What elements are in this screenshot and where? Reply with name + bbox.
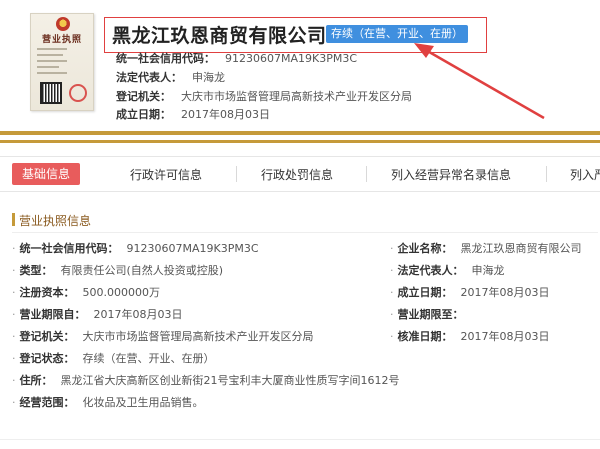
field-label: 住所： [19,374,53,387]
header-credit-code-label: 统一社会信用代码： [116,52,215,65]
field-label: 类型： [19,264,53,277]
field-label: 企业名称： [397,242,453,255]
header-established-date: 成立日期： 2017年08月03日 [116,106,270,122]
field-term-to: · 营业期限至： [390,308,464,321]
footer-divider [0,439,600,440]
field-established-date: · 成立日期： 2017年08月03日 [390,286,550,299]
header-registration-authority: 登记机关： 大庆市市场监督管理局高新技术产业开发区分局 [116,88,412,104]
tab-separator [366,166,367,182]
field-value: 申海龙 [471,264,505,277]
field-business-scope: · 经营范围： 化妆品及卫生用品销售。 [12,396,204,409]
header-legal-rep-value: 申海龙 [192,71,225,84]
annotation-arrow-icon [414,43,545,120]
field-label: 成立日期： [397,286,453,299]
field-value: 500.000000万 [82,286,160,299]
section-marker [12,213,15,226]
header-established-date-value: 2017年08月03日 [181,108,270,121]
header-registration-authority-value: 大庆市市场监督管理局高新技术产业开发区分局 [181,90,412,103]
field-value: 化妆品及卫生用品销售。 [82,396,204,409]
field-approval-date: · 核准日期： 2017年08月03日 [390,330,550,343]
field-label: 注册资本： [19,286,75,299]
field-registered-capital: · 注册资本： 500.000000万 [12,286,160,299]
tab-separator [546,166,547,182]
gold-divider-bottom [0,140,600,143]
field-legal-rep: · 法定代表人： 申海龙 [390,264,505,277]
field-value: 黑龙江玖恩商贸有限公司 [460,242,582,255]
field-label: 营业期限自： [19,308,86,321]
field-term-from: · 营业期限自： 2017年08月03日 [12,308,183,321]
field-value: 存续（在营、开业、在册） [82,352,215,365]
gold-divider-top [0,131,600,135]
tab-administrative-license[interactable]: 行政许可信息 [130,166,202,183]
tab-basic-info[interactable]: 基础信息 [12,163,81,185]
field-value: 黑龙江省大庆高新区创业新街21号宝利丰大厦商业性质写字间1612号 [60,374,400,387]
field-label: 营业期限至： [397,308,464,321]
tab-serious-violation-list[interactable]: 列入严 [570,166,600,183]
section-divider [12,232,598,233]
field-label: 核准日期： [397,330,453,343]
tab-separator [236,166,237,182]
field-label: 统一社会信用代码： [19,242,119,255]
section-title: 营业执照信息 [19,214,92,228]
header-registration-authority-label: 登记机关： [116,90,171,103]
field-label: 登记机关： [19,330,75,343]
header-legal-rep: 法定代表人： 申海龙 [116,69,225,85]
tab-administrative-penalty[interactable]: 行政处罚信息 [261,166,333,183]
field-value: 2017年08月03日 [460,286,550,299]
info-tab-bar: 基础信息 行政许可信息 行政处罚信息 列入经营异常名录信息 列入严 [0,156,600,192]
field-value: 大庆市市场监督管理局高新技术产业开发区分局 [82,330,314,343]
field-value: 2017年08月03日 [93,308,183,321]
field-address: · 住所： 黑龙江省大庆高新区创业新街21号宝利丰大厦商业性质写字间1612号 [12,374,400,387]
field-registration-status: · 登记状态： 存续（在营、开业、在册） [12,352,215,365]
field-registration-authority: · 登记机关： 大庆市市场监督管理局高新技术产业开发区分局 [12,330,314,343]
field-credit-code: · 统一社会信用代码： 91230607MA19K3PM3C [12,242,259,255]
field-value: 2017年08月03日 [460,330,550,343]
field-label: 法定代表人： [397,264,464,277]
field-label: 登记状态： [19,352,75,365]
field-company-name: · 企业名称： 黑龙江玖恩商贸有限公司 [390,242,582,255]
field-value: 91230607MA19K3PM3C [126,242,259,255]
header-credit-code-value: 91230607MA19K3PM3C [225,52,358,65]
field-type: · 类型： 有限责任公司(自然人投资或控股) [12,264,224,277]
field-label: 经营范围： [19,396,75,409]
header-established-date-label: 成立日期： [116,108,171,121]
field-value: 有限责任公司(自然人投资或控股) [60,264,224,277]
header-legal-rep-label: 法定代表人： [116,71,182,84]
header-credit-code: 统一社会信用代码： 91230607MA19K3PM3C [116,50,357,66]
tab-abnormal-operation-list[interactable]: 列入经营异常名录信息 [391,166,511,183]
